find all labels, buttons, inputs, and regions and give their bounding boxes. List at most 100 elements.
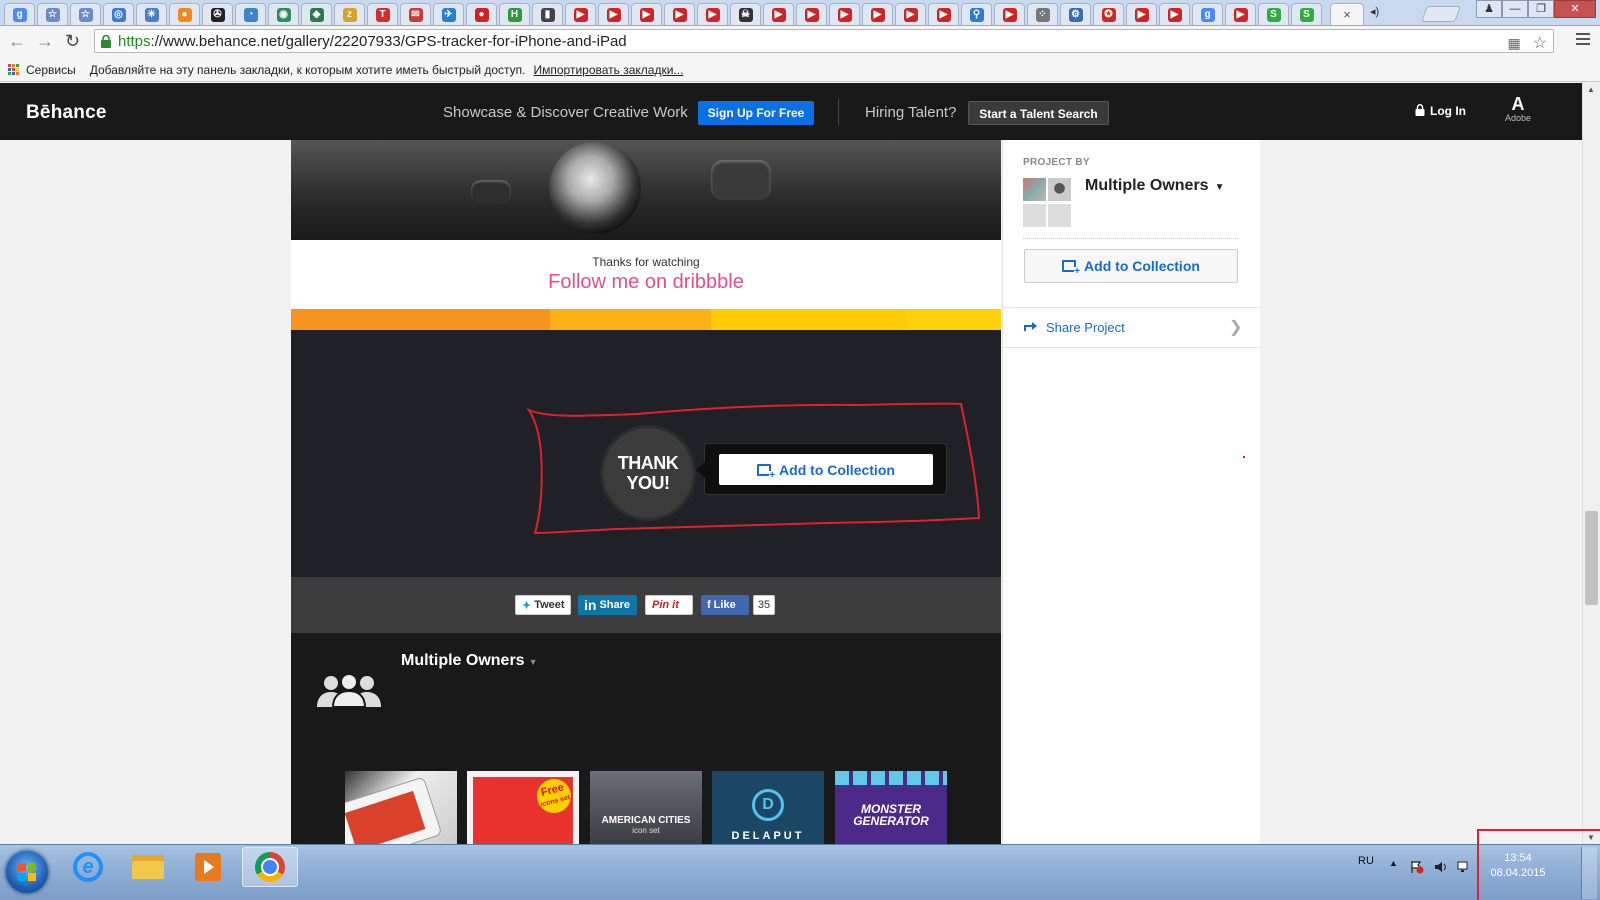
browser-tab[interactable]: ⚙ — [1060, 3, 1091, 25]
show-desktop-button[interactable] — [1581, 847, 1597, 899]
project-thumbnail[interactable]: Free icons set — [467, 771, 579, 844]
address-bar[interactable]: https://www.behance.net/gallery/22207933… — [94, 29, 1554, 53]
browser-tab[interactable]: ▶ — [862, 3, 893, 25]
facebook-like-button[interactable]: f Like — [701, 595, 749, 615]
import-bookmarks-link[interactable]: Импортировать закладки... — [534, 63, 684, 77]
sign-up-button[interactable]: Sign Up For Free — [698, 101, 814, 125]
browser-tab[interactable]: ☠ — [730, 3, 761, 25]
language-indicator[interactable]: RU — [1358, 855, 1374, 867]
browser-tab[interactable]: ▶ — [631, 3, 662, 25]
browser-tab[interactable]: ▶ — [796, 3, 827, 25]
browser-tab[interactable]: ● — [169, 3, 200, 25]
folder-icon — [132, 855, 164, 879]
browser-tab[interactable]: z — [334, 3, 365, 25]
browser-tab[interactable]: ▶ — [763, 3, 794, 25]
internet-explorer-taskbar-button[interactable]: e — [60, 847, 116, 887]
browser-tab[interactable]: H — [499, 3, 530, 25]
chrome-menu-icon[interactable] — [1576, 33, 1590, 48]
action-center-flag-icon[interactable] — [1410, 860, 1424, 874]
browser-tab[interactable]: ⚲ — [961, 3, 992, 25]
talent-search-button[interactable]: Start a Talent Search — [968, 101, 1109, 125]
minimize-button[interactable]: — — [1502, 0, 1528, 18]
volume-icon[interactable] — [1434, 860, 1448, 874]
back-icon[interactable]: ← — [8, 31, 26, 52]
browser-tab[interactable]: T — [367, 3, 398, 25]
browser-tab[interactable]: ▶ — [565, 3, 596, 25]
show-hidden-icons[interactable]: ▲ — [1389, 858, 1398, 868]
browser-tab[interactable]: ✇ — [202, 3, 233, 25]
new-tab-button[interactable] — [1421, 6, 1461, 22]
browser-tab[interactable]: ▶ — [994, 3, 1025, 25]
forward-icon[interactable]: → — [36, 31, 54, 52]
apps-link[interactable]: Сервисы — [26, 63, 76, 77]
browser-tab[interactable]: ◔ — [235, 3, 266, 25]
browser-tab[interactable]: ⁘ — [1027, 3, 1058, 25]
explorer-taskbar-button[interactable] — [120, 847, 176, 887]
close-window-button[interactable]: ✕ — [1554, 0, 1596, 18]
owners-dropdown[interactable]: Multiple Owners ▼ — [401, 652, 538, 670]
t-icon: T — [375, 7, 390, 22]
behance-logo[interactable]: Bēhance — [26, 102, 107, 124]
sidebar-owners-dropdown[interactable]: Multiple Owners ▼ — [1085, 177, 1224, 195]
translate-icon[interactable]: ▦ — [1508, 35, 1521, 51]
adobe-label: Adobe — [1504, 113, 1532, 123]
sidebar-add-to-collection-button[interactable]: Add to Collection — [1024, 249, 1238, 283]
browser-tab[interactable]: g — [4, 3, 35, 25]
browser-tab[interactable]: ▶ — [1159, 3, 1190, 25]
audio-icon[interactable]: ◂) — [1370, 5, 1379, 18]
scroll-up-arrow-icon[interactable]: ▲ — [1587, 85, 1595, 94]
project-thumbnail[interactable]: AMERICAN CITIES icon set — [590, 771, 702, 844]
browser-tab[interactable]: ▶ — [829, 3, 860, 25]
youtube-icon: ▶ — [837, 7, 852, 22]
apps-grid-icon[interactable] — [8, 63, 20, 76]
active-tab[interactable]: × — [1330, 3, 1364, 25]
add-to-collection-button[interactable]: Add to Collection — [719, 454, 933, 485]
browser-tab[interactable]: ▶ — [598, 3, 629, 25]
browser-tab[interactable]: ☆ — [70, 3, 101, 25]
browser-tab[interactable]: ◆ — [301, 3, 332, 25]
user-icon[interactable]: ♟ — [1476, 0, 1502, 18]
maximize-button[interactable]: ❐ — [1528, 0, 1554, 18]
red-dot-mark — [1243, 456, 1245, 458]
browser-tab[interactable]: ▶ — [895, 3, 926, 25]
reload-icon[interactable]: ↻ — [65, 31, 80, 52]
browser-tab[interactable]: ▶ — [1225, 3, 1256, 25]
start-button[interactable] — [6, 851, 48, 893]
media-player-taskbar-button[interactable] — [180, 847, 236, 887]
browser-tab[interactable]: ● — [466, 3, 497, 25]
browser-tab[interactable]: ▶ — [664, 3, 695, 25]
pinterest-button[interactable]: Pin it — [645, 595, 693, 615]
chevron-right-icon[interactable]: ❯ — [1229, 317, 1242, 337]
browser-tab[interactable]: ◉ — [268, 3, 299, 25]
browser-tab[interactable]: ☆ — [37, 3, 68, 25]
browser-tab[interactable]: ▮ — [532, 3, 563, 25]
browser-tab[interactable]: ✈ — [433, 3, 464, 25]
browser-tab[interactable]: g — [1192, 3, 1223, 25]
network-icon[interactable] — [1457, 860, 1471, 874]
log-in-link[interactable]: Log In — [1415, 104, 1466, 118]
owner-avatars[interactable] — [1023, 178, 1073, 228]
browser-tab[interactable]: ✪ — [1093, 3, 1124, 25]
tweet-button[interactable]: ✦ Tweet — [515, 595, 571, 615]
system-clock[interactable]: 13:54 08.04.2015 — [1478, 851, 1558, 881]
chrome-taskbar-button[interactable] — [242, 847, 298, 887]
follow-dribbble-link[interactable]: Follow me on dribbble — [291, 271, 1001, 294]
browser-tab[interactable]: ✉ — [400, 3, 431, 25]
share-project-link[interactable]: Share Project — [1023, 319, 1125, 335]
browser-tab[interactable]: ✳ — [136, 3, 167, 25]
project-thumbnail[interactable]: D DELAPUT — [712, 771, 824, 844]
adobe-link[interactable]: A Adobe — [1492, 95, 1544, 123]
page-scrollbar[interactable]: ▲ ▼ — [1582, 83, 1600, 844]
project-thumbnail[interactable]: MONSTER GENERATOR — [835, 771, 947, 844]
scroll-thumb[interactable] — [1585, 511, 1598, 605]
browser-tab[interactable]: ◎ — [103, 3, 134, 25]
project-thumbnail[interactable] — [345, 771, 457, 844]
linkedin-share-button[interactable]: in Share — [578, 595, 637, 615]
bookmark-star-icon[interactable]: ☆ — [1533, 35, 1547, 52]
browser-tab[interactable]: S — [1258, 3, 1289, 25]
browser-tab[interactable]: ▶ — [928, 3, 959, 25]
close-tab-icon[interactable]: × — [1343, 7, 1351, 22]
browser-tab[interactable]: S — [1291, 3, 1322, 25]
browser-tab[interactable]: ▶ — [697, 3, 728, 25]
browser-tab[interactable]: ▶ — [1126, 3, 1157, 25]
